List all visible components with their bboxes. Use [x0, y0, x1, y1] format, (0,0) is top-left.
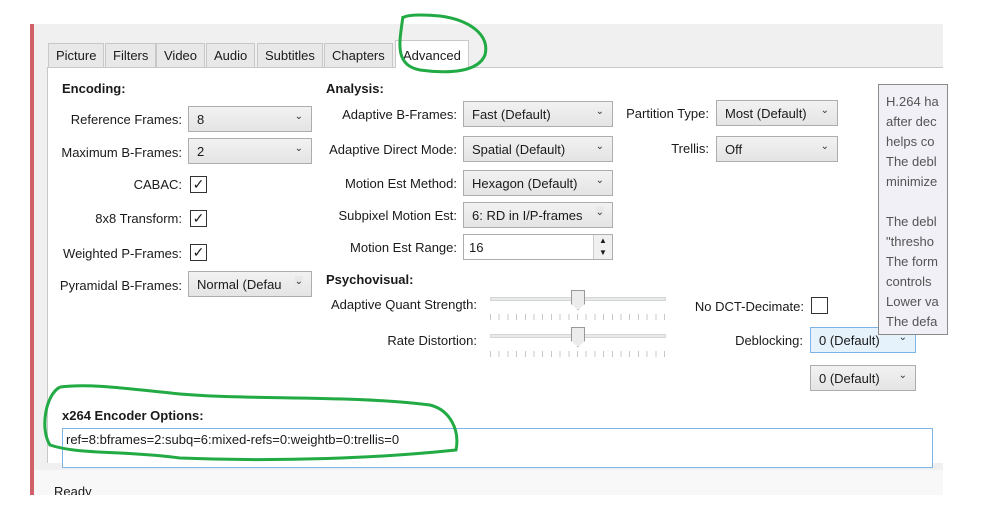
- aq-strength-slider[interactable]: [490, 290, 666, 326]
- me-range-value: 16: [469, 240, 484, 255]
- trellis-value: Off: [725, 142, 743, 157]
- deblocking-tooltip: H.264 ha after dec helps co The debl min…: [878, 84, 948, 335]
- arrow-down-icon[interactable]: ▼: [594, 247, 612, 259]
- deblocking-threshold-value: 0 (Default): [819, 371, 880, 386]
- reference-frames-label: Reference Frames:: [70, 112, 182, 127]
- window-edge: [30, 24, 34, 495]
- partition-value: Most (Default): [725, 106, 807, 121]
- trellis-select[interactable]: Off ⌄: [716, 136, 838, 162]
- subpixel-me-select[interactable]: 6: RD in I/P-frames ⌄: [463, 202, 613, 228]
- chevron-down-icon: ⌄: [820, 141, 829, 152]
- deblocking-label: Deblocking:: [735, 333, 803, 348]
- trellis-label: Trellis:: [671, 141, 709, 156]
- analysis-heading: Analysis:: [326, 81, 384, 96]
- deblocking-threshold-select[interactable]: 0 (Default) ⌄: [810, 365, 916, 391]
- tab-audio[interactable]: Audio: [206, 43, 256, 67]
- slider-thumb[interactable]: [571, 290, 585, 310]
- chevron-down-icon: ⌄: [595, 207, 604, 218]
- partition-select[interactable]: Most (Default) ⌄: [716, 100, 838, 126]
- partition-label: Partition Type:: [626, 106, 709, 121]
- adaptive-direct-value: Spatial (Default): [472, 142, 566, 157]
- me-method-select[interactable]: Hexagon (Default) ⌄: [463, 170, 613, 196]
- tab-chapters[interactable]: Chapters: [324, 43, 393, 67]
- cabac-checkbox[interactable]: ✓: [190, 176, 207, 193]
- no-dct-decimate-checkbox[interactable]: [811, 297, 828, 314]
- tab-advanced[interactable]: Advanced: [395, 40, 469, 68]
- subpixel-me-label: Subpixel Motion Est:: [338, 208, 457, 223]
- chevron-down-icon: ⌄: [294, 143, 303, 154]
- chevron-down-icon: ⌄: [820, 105, 829, 116]
- chevron-down-icon: ⌄: [595, 141, 604, 152]
- tab-video[interactable]: Video: [156, 43, 206, 67]
- encoding-heading: Encoding:: [62, 81, 126, 96]
- pyramidal-b-label: Pyramidal B-Frames:: [59, 278, 182, 293]
- chevron-down-icon: ⌄: [595, 106, 604, 117]
- adaptive-b-label: Adaptive B-Frames:: [342, 107, 457, 122]
- pyramidal-b-value: Normal (Defau: [197, 277, 282, 292]
- deblocking-strength-value: 0 (Default): [819, 333, 880, 348]
- me-method-value: Hexagon (Default): [472, 176, 578, 191]
- tab-subtitles[interactable]: Subtitles: [257, 43, 323, 67]
- rate-distortion-label: Rate Distortion:: [387, 333, 477, 348]
- transform8x8-label: 8x8 Transform:: [95, 211, 182, 226]
- me-range-label: Motion Est Range:: [350, 240, 457, 255]
- psychovisual-heading: Psychovisual:: [326, 272, 414, 287]
- cabac-label: CABAC:: [133, 177, 182, 192]
- max-bframes-select[interactable]: 2 ⌄: [188, 138, 312, 164]
- max-bframes-value: 2: [197, 144, 205, 159]
- me-range-spinbox[interactable]: 16 ▲ ▼: [463, 234, 613, 260]
- status-bar: Ready: [34, 470, 943, 495]
- weighted-p-label: Weighted P-Frames:: [63, 246, 182, 261]
- no-dct-decimate-label: No DCT-Decimate:: [694, 299, 804, 314]
- slider-thumb[interactable]: [571, 327, 585, 347]
- slider-ticks: [490, 351, 666, 357]
- x264-options-input[interactable]: ref=8:bframes=2:subq=6:mixed-refs=0:weig…: [62, 428, 933, 468]
- reference-frames-value: 8: [197, 112, 205, 127]
- arrow-up-icon[interactable]: ▲: [594, 235, 612, 247]
- chevron-down-icon: ⌄: [595, 175, 604, 186]
- adaptive-b-value: Fast (Default): [472, 107, 551, 122]
- x264-options-heading: x264 Encoder Options:: [62, 408, 204, 423]
- status-text: Ready: [54, 484, 92, 495]
- transform8x8-checkbox[interactable]: ✓: [190, 210, 207, 227]
- adaptive-b-select[interactable]: Fast (Default) ⌄: [463, 101, 613, 127]
- subpixel-me-value: 6: RD in I/P-frames: [472, 208, 583, 223]
- max-bframes-label: Maximum B-Frames:: [61, 145, 182, 160]
- adaptive-direct-label: Adaptive Direct Mode:: [329, 142, 457, 157]
- chevron-down-icon: ⌄: [294, 111, 303, 122]
- reference-frames-select[interactable]: 8 ⌄: [188, 106, 312, 132]
- spin-buttons[interactable]: ▲ ▼: [593, 235, 612, 259]
- checkmark-icon: ✓: [192, 176, 205, 192]
- weighted-p-checkbox[interactable]: ✓: [190, 244, 207, 261]
- pyramidal-b-select[interactable]: Normal (Defau ⌄: [188, 271, 312, 297]
- chevron-down-icon: ⌄: [898, 370, 907, 381]
- me-method-label: Motion Est Method:: [345, 176, 457, 191]
- slider-ticks: [490, 314, 666, 320]
- rate-distortion-slider[interactable]: [490, 327, 666, 363]
- checkmark-icon: ✓: [192, 244, 205, 260]
- chevron-down-icon: ⌄: [294, 276, 303, 287]
- tab-filters[interactable]: Filters: [105, 43, 157, 67]
- aq-strength-label: Adaptive Quant Strength:: [331, 297, 477, 312]
- adaptive-direct-select[interactable]: Spatial (Default) ⌄: [463, 136, 613, 162]
- tab-picture[interactable]: Picture: [48, 43, 105, 67]
- checkmark-icon: ✓: [192, 210, 205, 226]
